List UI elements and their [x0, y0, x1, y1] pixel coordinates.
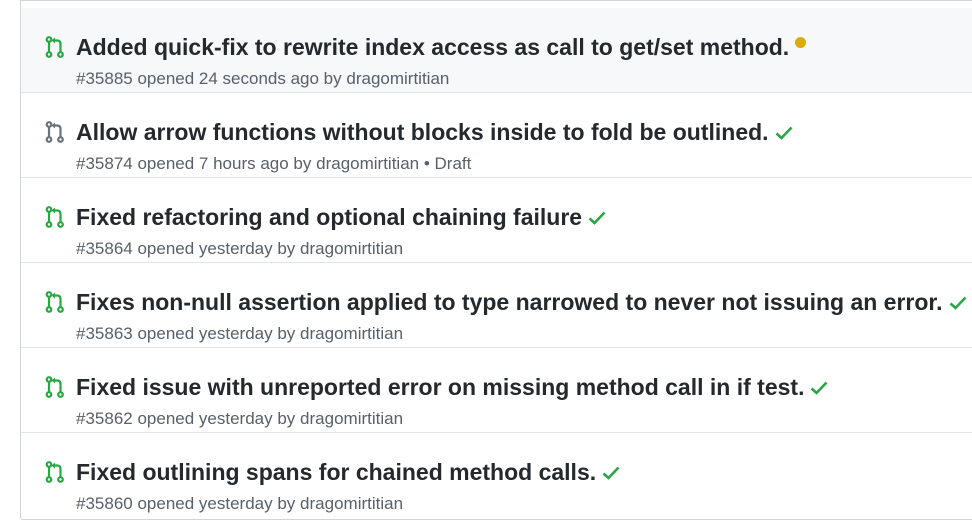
pull-request-title[interactable]: Added quick-fix to rewrite index access …	[76, 34, 789, 60]
author-link[interactable]: dragomirtitian	[300, 239, 403, 258]
check-icon[interactable]	[588, 211, 606, 225]
git-pull-request-icon	[45, 461, 65, 483]
pull-request-title[interactable]: Allow arrow functions without blocks ins…	[76, 119, 769, 145]
git-pull-request-icon	[45, 376, 65, 398]
git-pull-request-icon	[45, 291, 65, 313]
check-icon[interactable]	[949, 296, 967, 310]
pull-request-title[interactable]: Fixed issue with unreported error on mis…	[76, 374, 804, 400]
opened-text: opened yesterday by	[137, 409, 296, 428]
check-icon[interactable]	[810, 381, 828, 395]
opened-text: opened yesterday by	[137, 239, 296, 258]
pull-request-meta: #35863 opened yesterday by dragomirtitia…	[76, 324, 403, 344]
pull-request-meta: #35862 opened yesterday by dragomirtitia…	[76, 409, 403, 429]
check-icon[interactable]	[602, 466, 620, 480]
git-pull-request-draft-icon	[45, 121, 65, 143]
author-link[interactable]: dragomirtitian	[316, 154, 419, 173]
pull-request-row[interactable]: Fixes non-null assertion applied to type…	[21, 263, 972, 348]
pull-request-number: #35874	[76, 154, 133, 173]
author-link[interactable]: dragomirtitian	[300, 324, 403, 343]
pull-request-number: #35864	[76, 239, 133, 258]
pull-request-number: #35862	[76, 409, 133, 428]
pull-request-row[interactable]: Fixed issue with unreported error on mis…	[21, 348, 972, 433]
opened-text: opened yesterday by	[137, 324, 296, 343]
author-link[interactable]: dragomirtitian	[346, 69, 449, 88]
pull-request-row[interactable]: Fixed outlining spans for chained method…	[21, 433, 972, 518]
pull-request-title[interactable]: Fixed outlining spans for chained method…	[76, 459, 596, 485]
pull-request-meta: #35860 opened yesterday by dragomirtitia…	[76, 494, 403, 514]
pull-request-title[interactable]: Fixed refactoring and optional chaining …	[76, 204, 582, 230]
draft-label: • Draft	[423, 154, 472, 173]
opened-text: opened yesterday by	[137, 494, 296, 513]
pull-request-number: #35863	[76, 324, 133, 343]
pull-request-number: #35885	[76, 69, 133, 88]
pull-request-number: #35860	[76, 494, 133, 513]
pull-request-list: Added quick-fix to rewrite index access …	[20, 0, 972, 520]
pull-request-meta: #35874 opened 7 hours ago by dragomirtit…	[76, 154, 471, 174]
pull-request-row[interactable]: Fixed refactoring and optional chaining …	[21, 178, 972, 263]
opened-text: opened 24 seconds ago by	[137, 69, 342, 88]
git-pull-request-icon	[45, 36, 65, 58]
author-link[interactable]: dragomirtitian	[300, 494, 403, 513]
pull-request-meta: #35864 opened yesterday by dragomirtitia…	[76, 239, 403, 259]
pull-request-title[interactable]: Fixes non-null assertion applied to type…	[76, 289, 943, 315]
opened-text: opened 7 hours ago by	[137, 154, 312, 173]
pull-request-row[interactable]: Allow arrow functions without blocks ins…	[21, 93, 972, 178]
git-pull-request-icon	[45, 206, 65, 228]
pull-request-row[interactable]: Added quick-fix to rewrite index access …	[21, 8, 972, 93]
pending-status-dot[interactable]	[795, 37, 807, 49]
pull-request-meta: #35885 opened 24 seconds ago by dragomir…	[76, 69, 449, 89]
author-link[interactable]: dragomirtitian	[300, 409, 403, 428]
check-icon[interactable]	[775, 126, 793, 140]
